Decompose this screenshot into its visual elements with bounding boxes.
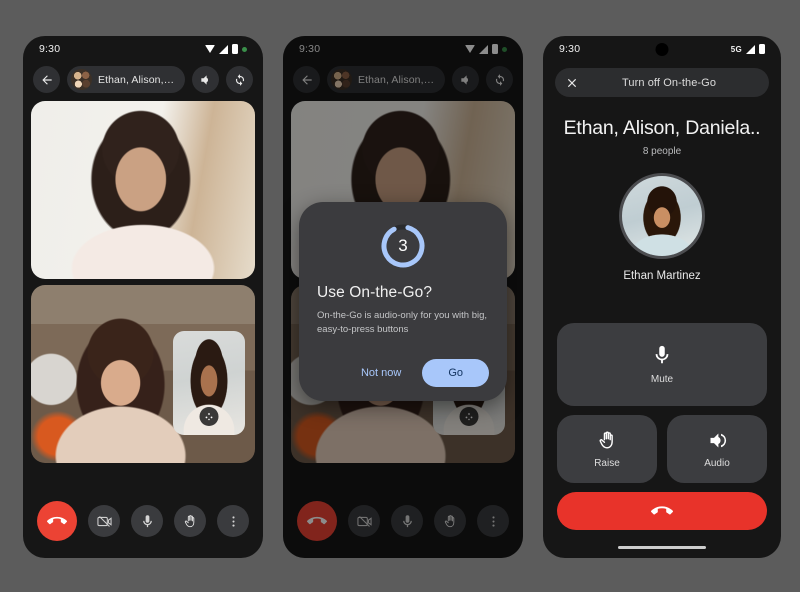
dialog-body: On-the-Go is audio-only for you with big… (317, 310, 488, 335)
privacy-dot-icon (242, 46, 247, 52)
self-view-pip[interactable] (173, 331, 245, 436)
camera-toggle-button[interactable] (88, 505, 120, 537)
raise-hand-button[interactable]: Raise (557, 415, 657, 483)
countdown-number: 3 (398, 236, 408, 255)
home-indicator (618, 546, 706, 549)
call-header: Ethan, Alison, Dani... (23, 62, 263, 101)
signal-icon (746, 44, 755, 54)
not-now-button[interactable]: Not now (348, 360, 414, 386)
call-controls-bar (23, 484, 263, 558)
back-button[interactable] (33, 66, 60, 93)
status-icons (205, 44, 247, 54)
battery-icon (759, 44, 765, 54)
microphone-icon (655, 345, 669, 364)
on-the-go-dialog: 3 Use On-the-Go? On-the-Go is audio-only… (299, 202, 507, 401)
camera-off-icon (96, 515, 112, 527)
status-bar: 9:30 (23, 36, 263, 62)
end-call-button[interactable] (557, 492, 767, 530)
video-grid (23, 101, 263, 463)
speaker-avatar-wrap (543, 173, 781, 259)
more-options-button[interactable] (217, 505, 249, 537)
dialog-actions: Not now Go (317, 358, 489, 387)
countdown-ring-wrap: 3 (317, 222, 489, 270)
turn-off-on-the-go-label: Turn off On-the-Go (621, 76, 717, 89)
countdown-ring: 3 (379, 222, 427, 270)
mic-toggle-button[interactable] (131, 505, 163, 537)
status-bar: 9:30 5G (543, 36, 781, 62)
status-clock: 9:30 (39, 43, 61, 55)
raise-hand-icon (599, 430, 613, 448)
switch-camera-icon (235, 73, 244, 86)
5g-icon: 5G (730, 44, 742, 54)
speaker-name: Ethan Martinez (623, 270, 701, 282)
camera-notch (655, 43, 669, 56)
on-the-go-controls: Mute Raise Audio (557, 323, 767, 530)
phone-2-on-the-go-prompt: 9:30 Ethan, Alison, Dani... (283, 36, 523, 558)
phone-3-on-the-go-mode: 9:30 5G Turn off On-the-Go Ethan, Alison… (543, 36, 781, 558)
switch-camera-button[interactable] (226, 66, 253, 93)
video-tile-remote-2[interactable] (31, 285, 255, 463)
screenshot-canvas: 9:30 Ethan, Alison, Dani... (0, 0, 800, 592)
turn-off-on-the-go-bar[interactable]: Turn off On-the-Go (555, 68, 769, 97)
end-call-icon (651, 506, 673, 515)
call-title: Ethan, Alison, Dani... (98, 73, 175, 86)
speaker-button[interactable] (192, 66, 219, 93)
group-avatar (71, 69, 92, 90)
participant-avatar (619, 173, 705, 259)
mute-label: Mute (650, 374, 674, 385)
more-vertical-icon (231, 515, 235, 527)
call-title-pill[interactable]: Ethan, Alison, Dani... (67, 66, 185, 93)
effects-icon (205, 413, 213, 421)
raise-hand-icon (184, 514, 194, 527)
go-button[interactable]: Go (422, 358, 489, 387)
close-icon[interactable] (565, 76, 579, 90)
dialog-title: Use On-the-Go? (317, 284, 433, 301)
phone-1-in-call: 9:30 Ethan, Alison, Dani... (23, 36, 263, 558)
participant-count: 8 people (642, 146, 682, 157)
call-title: Ethan, Alison, Daniela.. (563, 117, 761, 139)
battery-icon (232, 44, 238, 54)
end-call-button[interactable] (37, 501, 77, 541)
audio-button[interactable]: Audio (667, 415, 767, 483)
secondary-controls-row: Raise Audio (557, 415, 767, 483)
end-call-icon (47, 516, 67, 525)
status-clock: 9:30 (559, 43, 581, 55)
effects-button[interactable] (199, 407, 219, 427)
microphone-icon (142, 514, 152, 527)
status-icons: 5G (731, 44, 765, 54)
mute-button[interactable]: Mute (557, 323, 767, 406)
speaker-icon (200, 74, 208, 85)
back-arrow-icon (41, 74, 52, 85)
audio-label: Audio (704, 457, 730, 469)
raise-hand-button[interactable] (174, 505, 206, 537)
wifi-icon (205, 45, 215, 53)
speaker-icon (710, 433, 726, 447)
signal-icon (219, 44, 228, 54)
raise-label: Raise (594, 457, 620, 469)
video-tile-remote-1[interactable] (31, 101, 255, 279)
